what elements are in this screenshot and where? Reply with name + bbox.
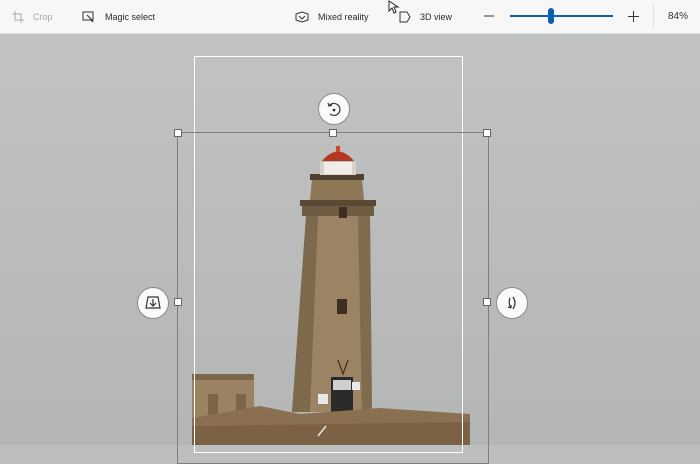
mixed-reality-icon (295, 10, 309, 23)
resize-handle-top-right[interactable] (483, 129, 491, 137)
toolbar-divider (653, 4, 654, 28)
zoom-in-button[interactable] (625, 8, 641, 24)
rotate-y-handle[interactable] (496, 287, 528, 319)
resize-handle-top-left[interactable] (174, 129, 182, 137)
zoom-slider-track[interactable] (510, 15, 613, 17)
zoom-percent: 84% (667, 11, 688, 22)
magic-select-label: Magic select (105, 11, 156, 22)
zoom-out-button[interactable] (481, 8, 497, 24)
cursor-icon (388, 0, 400, 14)
drawing-canvas[interactable] (0, 34, 700, 464)
3d-view-label: 3D view (420, 11, 453, 22)
selection-box[interactable] (177, 132, 489, 464)
crop-icon (12, 10, 24, 23)
magic-select-icon (82, 11, 94, 22)
rotate-icon (327, 102, 341, 117)
resize-handle-right[interactable] (483, 298, 491, 306)
top-toolbar: Crop Magic select Mixed reality 3D view … (0, 0, 700, 34)
3d-view-icon (399, 11, 411, 22)
plus-icon (627, 10, 639, 22)
zoom-slider-thumb[interactable] (548, 8, 555, 24)
mixed-reality-button[interactable]: Mixed reality (295, 0, 369, 33)
crop-button[interactable]: Crop (12, 0, 53, 33)
mixed-reality-label: Mixed reality (318, 11, 369, 22)
magic-select-button[interactable]: Magic select (82, 0, 155, 33)
resize-handle-top[interactable] (329, 129, 337, 137)
resize-handle-left[interactable] (174, 298, 182, 306)
crop-label: Crop (33, 11, 53, 22)
turn-icon (507, 296, 516, 310)
minus-icon (484, 15, 494, 17)
tilt-icon (145, 296, 161, 309)
rotate-z-handle[interactable] (318, 93, 350, 125)
3d-view-button[interactable]: 3D view (399, 0, 452, 33)
rotate-x-handle[interactable] (137, 287, 169, 319)
